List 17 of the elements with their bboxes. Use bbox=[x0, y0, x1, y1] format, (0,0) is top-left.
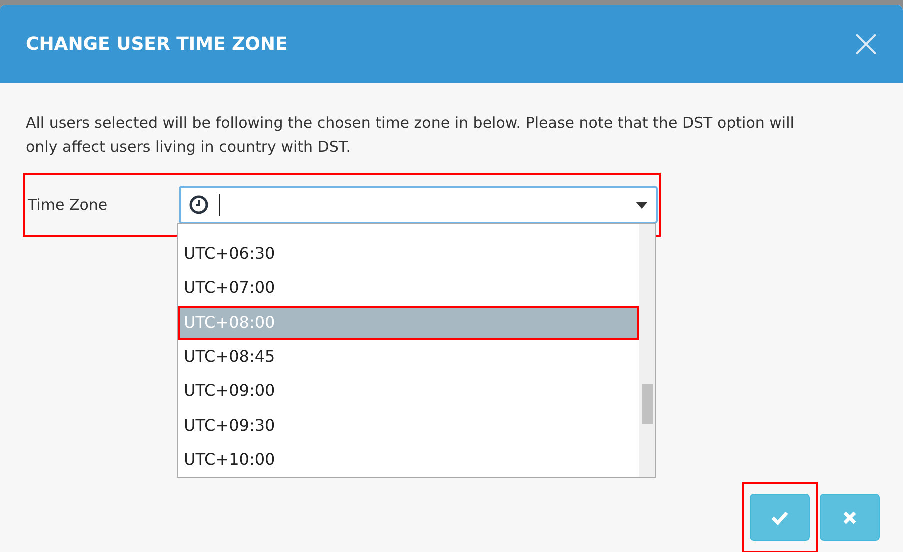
close-icon bbox=[843, 510, 857, 524]
dropdown-option[interactable]: UTC+09:30 bbox=[178, 408, 639, 443]
dropdown-option[interactable]: UTC+07:00 bbox=[178, 271, 639, 306]
dropdown-option[interactable]: UTC+06:30 bbox=[178, 237, 639, 272]
scrollbar[interactable] bbox=[639, 224, 655, 477]
field-label: Time Zone bbox=[28, 194, 109, 216]
dropdown-option[interactable]: UTC+08:45 bbox=[178, 340, 639, 374]
dropdown-option[interactable]: UTC+09:00 bbox=[178, 374, 639, 408]
clock-icon bbox=[189, 195, 209, 215]
confirm-button[interactable] bbox=[750, 494, 810, 541]
message-text: All users selected will be following the chosen time zone in below. Please note that the DST option will only affect users living in country with DST. bbox=[25, 113, 796, 158]
dropdown-option[interactable]: UTC+10:00 bbox=[178, 442, 639, 477]
checkmark-icon bbox=[771, 510, 789, 524]
cancel-button[interactable] bbox=[820, 494, 880, 541]
time-zone-select[interactable] bbox=[179, 186, 658, 224]
dialog-title: CHANGE USER TIME ZONE bbox=[26, 32, 288, 56]
caret-icon bbox=[636, 202, 648, 208]
